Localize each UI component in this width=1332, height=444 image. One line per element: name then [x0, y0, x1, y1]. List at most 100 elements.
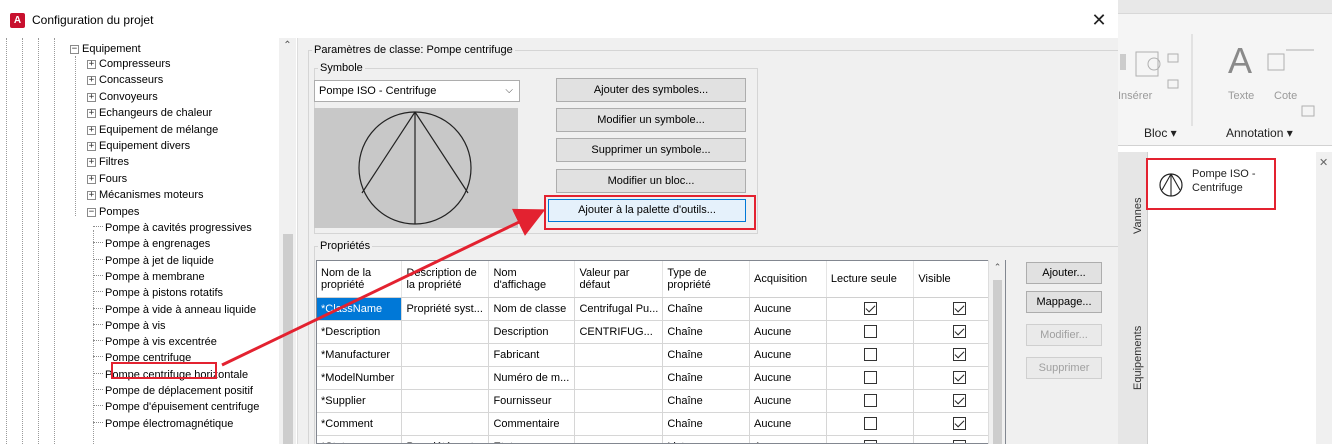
panel-annotation[interactable]: Annotation ▾ — [1226, 126, 1293, 140]
checkbox[interactable] — [952, 417, 966, 431]
checkbox[interactable] — [952, 325, 966, 339]
tree-node-pump[interactable]: Pompe à engrenages — [93, 237, 210, 252]
expand-icon[interactable]: + — [87, 125, 96, 135]
tree-node-group[interactable]: + Mécanismes moteurs — [87, 188, 204, 203]
table-row[interactable]: *Description Description CENTRIFUG... Chaîn… — [317, 320, 1005, 344]
tab-vannes[interactable]: Vannes — [1132, 198, 1144, 235]
cell-desc[interactable] — [401, 343, 490, 367]
expand-icon[interactable]: + — [87, 191, 96, 201]
column-header[interactable]: Nom d'affichage — [488, 261, 576, 298]
cell-display[interactable]: Fournisseur — [488, 389, 576, 413]
tree-node-pompes[interactable]: − Pompes — [87, 205, 139, 220]
cell-default[interactable] — [574, 435, 664, 443]
checkbox[interactable] — [952, 348, 966, 362]
insert-label[interactable]: Insérer — [1118, 90, 1152, 102]
expand-icon[interactable]: + — [87, 92, 96, 102]
cell-acq[interactable]: Aucune — [749, 366, 827, 390]
mapping-button[interactable]: Mappage... — [1026, 291, 1102, 313]
delete-property-button[interactable]: Supprimer — [1026, 357, 1102, 379]
grid-scroll-thumb[interactable] — [993, 280, 1002, 444]
tree-node-group[interactable]: + Convoyeurs — [87, 90, 158, 105]
cell-type[interactable]: Chaîne — [662, 412, 750, 436]
symbol-dropdown[interactable]: Pompe ISO - Centrifuge ⌵ — [314, 80, 520, 102]
cell-acq[interactable]: Aucune — [749, 435, 827, 443]
tree-node-group[interactable]: + Concasseurs — [87, 73, 163, 88]
cell-name[interactable]: *ClassName — [317, 297, 403, 321]
checkbox[interactable] — [863, 325, 877, 339]
tree-node-pump[interactable]: Pompe à vis excentrée — [93, 335, 217, 350]
cell-desc[interactable] — [401, 366, 490, 390]
column-header[interactable]: Nom de la propriété — [317, 261, 403, 298]
grid-scrollbar[interactable]: ⌃ — [988, 260, 1005, 444]
tree-node-pump[interactable]: Pompe à membrane — [93, 270, 205, 285]
dimension-label[interactable]: Cote — [1274, 90, 1297, 102]
close-icon[interactable]: ✕ — [1319, 156, 1328, 169]
cell-name[interactable]: *Supplier — [317, 389, 403, 413]
expand-icon[interactable]: + — [87, 60, 96, 69]
tree-node-group[interactable]: + Equipement de mélange — [87, 123, 218, 138]
column-header[interactable]: Type de propriété — [662, 261, 750, 298]
table-row[interactable]: *ModelNumber Numéro de m... Chaîne Aucune — [317, 366, 1005, 390]
palette-tool-item[interactable]: Pompe ISO - Centrifuge — [1146, 158, 1276, 210]
cell-type[interactable]: Chaîne — [662, 366, 750, 390]
tree-node-pump[interactable]: Pompe d'épuisement centrifuge — [93, 400, 259, 415]
checkbox[interactable] — [952, 371, 966, 385]
checkbox[interactable] — [952, 394, 966, 408]
cell-name[interactable]: *Manufacturer — [317, 343, 403, 367]
cell-type[interactable]: Chaîne — [662, 320, 750, 344]
tree-scroll-thumb[interactable] — [283, 234, 293, 444]
tree-node-group[interactable]: + Compresseurs — [87, 57, 171, 72]
expand-icon[interactable]: + — [87, 158, 96, 168]
cell-desc[interactable]: Propriété syst... — [401, 435, 490, 443]
cell-desc[interactable] — [401, 389, 490, 413]
cell-default[interactable]: Centrifugal Pu... — [574, 297, 664, 321]
expand-icon[interactable]: + — [87, 109, 96, 119]
cell-acq[interactable]: Aucune — [749, 343, 827, 367]
close-icon[interactable]: ✕ — [1088, 9, 1110, 31]
text-label[interactable]: Texte — [1228, 90, 1254, 102]
checkbox[interactable] — [863, 417, 877, 431]
cell-type[interactable]: Chaîne — [662, 297, 750, 321]
expand-icon[interactable]: + — [87, 76, 96, 86]
checkbox[interactable] — [863, 348, 877, 362]
checkbox[interactable] — [952, 302, 966, 316]
cell-name[interactable]: *Comment — [317, 412, 403, 436]
checkbox[interactable] — [863, 302, 877, 316]
cell-display[interactable]: Numéro de m... — [488, 366, 576, 390]
column-header[interactable]: Lecture seule — [826, 261, 915, 298]
table-row[interactable]: *Supplier Fournisseur Chaîne Aucune — [317, 389, 1005, 413]
class-tree[interactable]: − Equipement + Compresseurs + Concasseurs + Co… — [0, 38, 298, 444]
cell-desc[interactable] — [401, 412, 490, 436]
add-property-button[interactable]: Ajouter... — [1026, 262, 1102, 284]
cell-acq[interactable]: Aucune — [749, 389, 827, 413]
tree-node-pump[interactable]: Pompe à vis — [93, 319, 166, 334]
column-header[interactable]: Acquisition — [749, 261, 827, 298]
cell-display[interactable]: Commentaire — [488, 412, 576, 436]
tree-node-pump[interactable]: Pompe à jet de liquide — [93, 254, 214, 269]
cell-default[interactable] — [574, 343, 664, 367]
tree-node-group[interactable]: + Equipement divers — [87, 139, 190, 154]
cell-display[interactable]: Etat — [488, 435, 576, 443]
cell-type[interactable]: Chaîne — [662, 389, 750, 413]
cell-display[interactable]: Description — [488, 320, 576, 344]
cell-default[interactable] — [574, 412, 664, 436]
add-to-palette-button[interactable]: Ajouter à la palette d'outils... — [548, 199, 746, 222]
tab-equipements[interactable]: Equipements — [1132, 326, 1144, 390]
cell-type[interactable]: Liste — [662, 435, 750, 443]
scroll-up-icon[interactable]: ⌃ — [279, 40, 296, 51]
tree-node-pump[interactable]: Pompe de déplacement positif — [93, 384, 253, 399]
cell-acq[interactable]: Aucune — [749, 320, 827, 344]
tree-node-group[interactable]: + Echangeurs de chaleur — [87, 106, 212, 121]
cell-name[interactable]: *ModelNumber — [317, 366, 403, 390]
tree-node-equipement[interactable]: − Equipement — [70, 42, 141, 57]
panel-bloc[interactable]: Bloc ▾ — [1144, 126, 1177, 140]
cell-type[interactable]: Chaîne — [662, 343, 750, 367]
table-row[interactable]: *Comment Commentaire Chaîne Aucune — [317, 412, 1005, 436]
cell-default[interactable]: CENTRIFUG... — [574, 320, 664, 344]
cell-display[interactable]: Nom de classe — [488, 297, 576, 321]
collapse-icon[interactable]: − — [87, 208, 96, 217]
cell-default[interactable] — [574, 389, 664, 413]
tree-node-pump[interactable]: Pompe à cavités progressives — [93, 221, 252, 236]
table-row[interactable]: *ClassName Propriété syst... Nom de classe… — [317, 297, 1005, 321]
add-symbols-button[interactable]: Ajouter des symboles... — [556, 78, 746, 102]
